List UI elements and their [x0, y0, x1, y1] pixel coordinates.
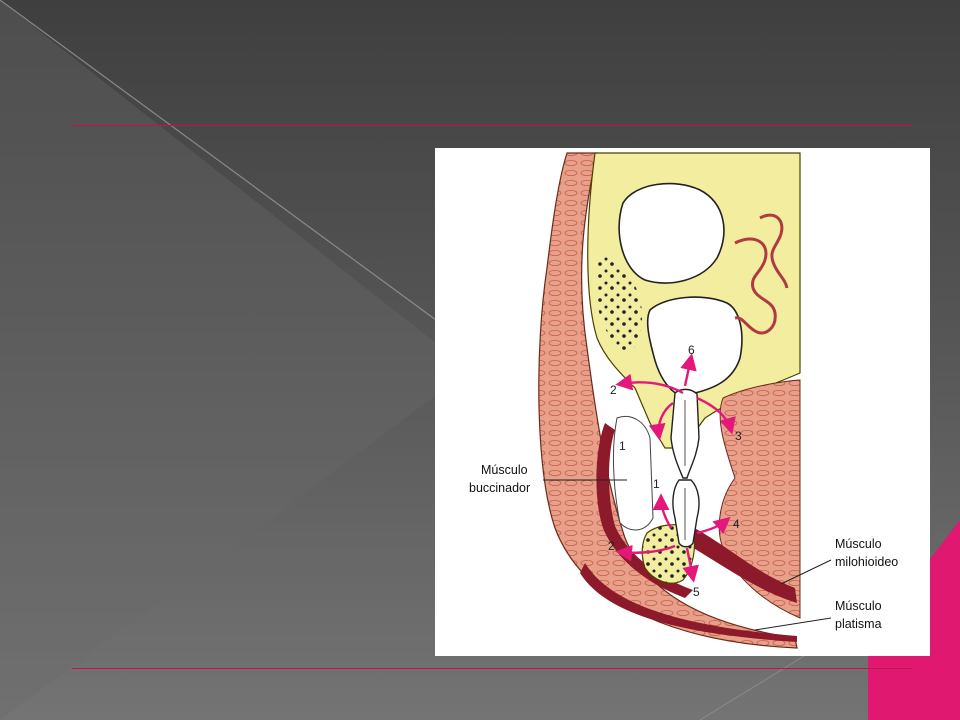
- route-number-3: 3: [735, 429, 742, 443]
- route-number-1-upper: 1: [619, 439, 626, 453]
- slide: 6 2 3 1 1 2 4 5 Músculo buccinador Múscu…: [0, 0, 960, 720]
- label-milohioideo-line1: Músculo: [835, 537, 882, 551]
- orbit-cavity: [618, 182, 725, 284]
- label-milohioideo-line2: milohioideo: [835, 555, 898, 569]
- label-buccinador-line1: Músculo: [481, 463, 528, 477]
- anatomy-figure: 6 2 3 1 1 2 4 5 Músculo buccinador Múscu…: [435, 148, 930, 656]
- label-platisma-line1: Músculo: [835, 599, 882, 613]
- route-number-6: 6: [688, 343, 695, 357]
- label-platisma-line2: platisma: [835, 617, 882, 631]
- route-number-5: 5: [693, 585, 700, 599]
- bottom-rule: [72, 668, 912, 669]
- bg-wedge: [0, 0, 470, 720]
- route-number-1-lower: 1: [653, 477, 660, 491]
- anatomy-diagram: 6 2 3 1 1 2 4 5 Músculo buccinador Múscu…: [469, 152, 898, 649]
- route-number-2-upper: 2: [610, 383, 617, 397]
- oral-vestibule: [612, 415, 654, 531]
- top-rule: [72, 125, 912, 126]
- label-buccinador-line2: buccinador: [469, 481, 530, 495]
- route-number-2-lower: 2: [608, 539, 615, 553]
- route-number-4: 4: [733, 517, 740, 531]
- platisma-leader-line: [754, 617, 832, 631]
- route-arrow-1-lower: [652, 493, 673, 529]
